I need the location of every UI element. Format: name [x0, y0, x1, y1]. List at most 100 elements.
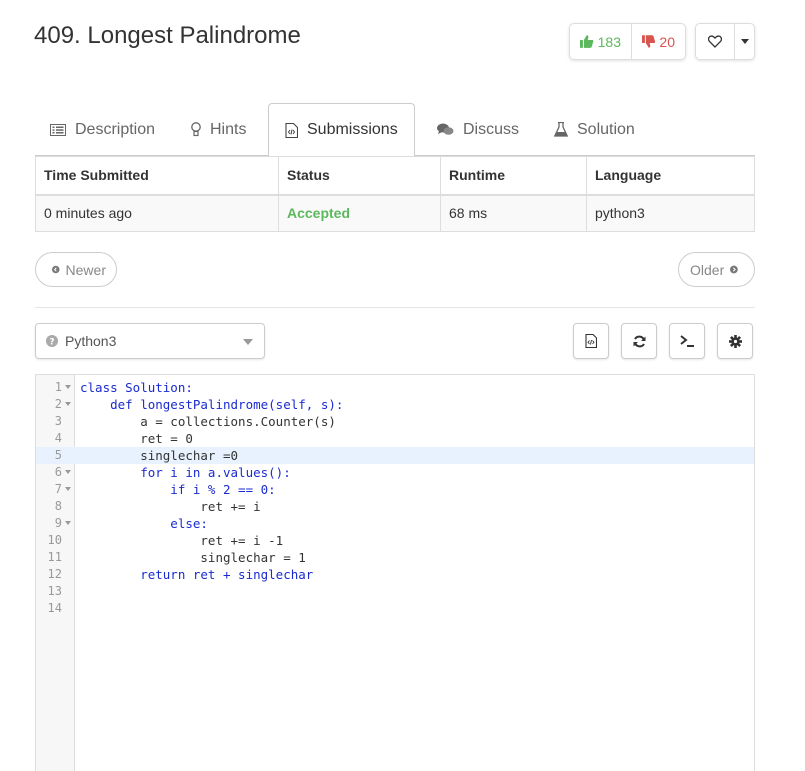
- language-select[interactable]: ? Python3: [35, 323, 265, 359]
- vote-group: 183 20: [569, 23, 686, 60]
- flask-icon: [554, 122, 568, 137]
- upvote-button[interactable]: 183: [570, 24, 632, 59]
- section-divider: [35, 307, 755, 308]
- code-text: ret += i: [80, 499, 261, 514]
- code-text: for i in a.values():: [80, 465, 291, 480]
- fold-arrow-icon[interactable]: [65, 402, 71, 406]
- code-line[interactable]: 13: [36, 583, 754, 600]
- fold-arrow-icon[interactable]: [65, 470, 71, 474]
- code-text: def longestPalindrome(self, s):: [80, 397, 344, 412]
- reset-code-button[interactable]: [621, 323, 657, 359]
- cell-time: 0 minutes ago: [35, 194, 279, 232]
- chevron-right-circle-icon: [730, 265, 738, 274]
- fold-arrow-icon[interactable]: [65, 487, 71, 491]
- problem-tabs: Description Hints Submissions Discuss So…: [35, 103, 755, 157]
- upvote-count: 183: [597, 33, 621, 50]
- tab-submissions[interactable]: Submissions: [268, 103, 415, 157]
- question-circle-icon: ?: [46, 335, 58, 347]
- code-line[interactable]: 11 singlechar = 1: [36, 549, 754, 566]
- code-text: if i % 2 == 0:: [80, 482, 276, 497]
- line-number: 9: [54, 516, 62, 530]
- line-number: 5: [54, 448, 62, 462]
- code-text: class Solution:: [80, 380, 193, 395]
- col-language: Language: [586, 156, 755, 196]
- table-row: 0 minutes ago Accepted 68 ms python3: [35, 194, 755, 232]
- thumbs-down-icon: [642, 35, 656, 48]
- page-title: 409. Longest Palindrome: [34, 22, 301, 49]
- settings-button[interactable]: [717, 323, 753, 359]
- list-icon: [50, 123, 66, 136]
- status-link[interactable]: Accepted: [278, 194, 441, 232]
- code-line[interactable]: 9 else:: [36, 515, 754, 532]
- submissions-table: Time Submitted Status Runtime Language 0…: [35, 156, 755, 232]
- language-select-value: Python3: [65, 333, 117, 349]
- line-number: 2: [54, 397, 62, 411]
- line-number: 1: [54, 380, 62, 394]
- code-line[interactable]: 6 for i in a.values():: [36, 464, 754, 481]
- lightbulb-icon: [191, 122, 201, 137]
- line-number: 3: [54, 414, 62, 428]
- line-number: 10: [47, 533, 62, 547]
- tab-label: Solution: [577, 120, 635, 138]
- code-text: ret += i -1: [80, 533, 284, 548]
- code-line[interactable]: 1 class Solution:: [36, 379, 754, 396]
- line-number: 4: [54, 431, 62, 445]
- col-runtime: Runtime: [440, 156, 587, 196]
- code-line[interactable]: 14: [36, 600, 754, 617]
- cell-language: python3: [586, 194, 755, 232]
- tab-label: Description: [75, 120, 156, 138]
- col-time-submitted: Time Submitted: [35, 156, 279, 196]
- favorite-dropdown-button[interactable]: [735, 24, 754, 59]
- favorite-group: [695, 23, 755, 60]
- code-editor[interactable]: 1 class Solution: 2 def longestPalindrom…: [35, 374, 755, 771]
- fold-arrow-icon[interactable]: [65, 521, 71, 525]
- downvote-button[interactable]: 20: [632, 24, 685, 59]
- line-number: 14: [47, 601, 62, 615]
- newer-button[interactable]: Newer: [35, 252, 117, 287]
- code-line[interactable]: 4 ret = 0: [36, 430, 754, 447]
- refresh-icon: [633, 335, 645, 347]
- col-status: Status: [278, 156, 441, 196]
- tab-label: Hints: [210, 120, 247, 138]
- code-text: else:: [80, 516, 208, 531]
- caret-down-icon: [243, 339, 253, 345]
- code-text: singlechar =0: [80, 448, 239, 463]
- cell-runtime: 68 ms: [440, 194, 587, 232]
- code-text: ret = 0: [80, 431, 193, 446]
- downvote-count: 20: [659, 33, 675, 50]
- thumbs-up-icon: [580, 35, 594, 48]
- console-button[interactable]: [669, 323, 705, 359]
- fold-arrow-icon[interactable]: [65, 385, 71, 389]
- comments-icon: [437, 123, 454, 135]
- code-line[interactable]: 3 a = collections.Counter(s): [36, 413, 754, 430]
- line-number: 7: [54, 482, 62, 496]
- tab-solution[interactable]: Solution: [554, 103, 635, 156]
- tab-description[interactable]: Description: [50, 103, 155, 156]
- code-line[interactable]: 8 ret += i: [36, 498, 754, 515]
- tab-discuss[interactable]: Discuss: [437, 103, 519, 156]
- code-line[interactable]: 2 def longestPalindrome(self, s):: [36, 396, 754, 413]
- code-text: return ret + singlechar: [80, 567, 314, 582]
- code-line[interactable]: 10 ret += i -1: [36, 532, 754, 549]
- terminal-icon: [679, 335, 694, 347]
- favorite-button[interactable]: [696, 24, 735, 59]
- older-label: Older: [690, 261, 725, 278]
- tab-hints[interactable]: Hints: [191, 103, 246, 156]
- line-number: 11: [47, 550, 62, 564]
- code-file-icon: [585, 334, 597, 348]
- code-line[interactable]: 7 if i % 2 == 0:: [36, 481, 754, 498]
- code-line[interactable]: 12 return ret + singlechar: [36, 566, 754, 583]
- older-button[interactable]: Older: [678, 252, 755, 287]
- table-header-row: Time Submitted Status Runtime Language: [35, 156, 755, 196]
- tab-label: Submissions: [307, 121, 398, 138]
- line-number: 6: [54, 465, 62, 479]
- chevron-left-circle-icon: [52, 265, 60, 274]
- code-line-active[interactable]: 5 singlechar =0: [36, 447, 754, 464]
- line-number: 13: [47, 584, 62, 598]
- svg-text:?: ?: [49, 337, 54, 347]
- line-number: 12: [47, 567, 62, 581]
- code-text: a = collections.Counter(s): [80, 414, 336, 429]
- newer-label: Newer: [65, 261, 106, 278]
- code-file-button[interactable]: [573, 323, 609, 359]
- heart-icon: [708, 35, 722, 48]
